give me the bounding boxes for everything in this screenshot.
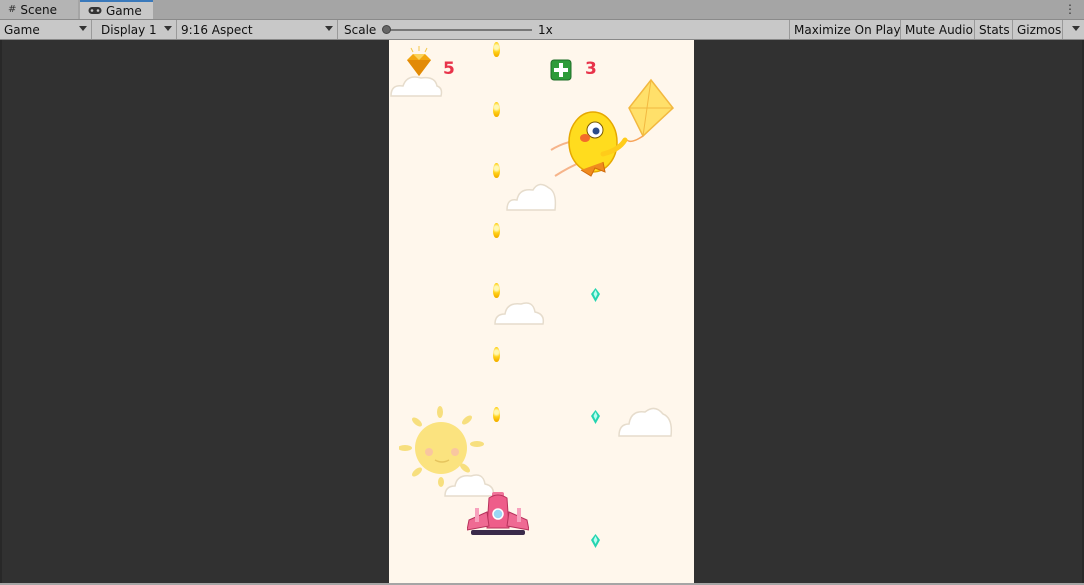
chevron-down-icon <box>325 26 333 31</box>
aspect-label: 9:16 Aspect <box>181 22 253 37</box>
gizmos-label: Gizmos <box>1017 22 1062 37</box>
tab-scene-label: Scene <box>20 2 57 17</box>
kebab-menu-icon[interactable]: ⋮ <box>1064 2 1076 16</box>
scale-slider-handle[interactable] <box>382 25 391 34</box>
scale-value: 1x <box>538 22 553 37</box>
editor-tab-bar: # Scene Game ⋮ <box>0 0 1084 20</box>
game-viewport[interactable]: 5 3 <box>389 40 694 583</box>
chick-kite-enemy <box>550 78 675 177</box>
tab-game[interactable]: Game <box>80 0 153 19</box>
player-bullet <box>493 407 500 422</box>
teal-drop-icon <box>591 288 600 302</box>
stats-toggle[interactable]: Stats <box>975 20 1013 39</box>
display-label: Display 1 <box>101 22 157 37</box>
maximize-on-play-toggle[interactable]: Maximize On Play <box>790 20 901 39</box>
scale-label: Scale <box>344 22 377 37</box>
player-bullet <box>493 283 500 298</box>
mute-audio-toggle[interactable]: Mute Audio <box>901 20 975 39</box>
player-bullet <box>493 347 500 362</box>
chevron-down-icon <box>1072 26 1080 31</box>
player-ship[interactable] <box>467 490 529 538</box>
gamepad-icon <box>88 7 102 14</box>
gizmos-toggle[interactable]: Gizmos <box>1013 20 1063 39</box>
player-bullet <box>493 42 500 57</box>
mute-label: Mute Audio <box>905 22 973 37</box>
maximize-label: Maximize On Play <box>794 22 901 37</box>
player-bullet <box>493 102 500 117</box>
display-mode-dropdown[interactable]: Game <box>0 20 92 39</box>
scale-slider-track[interactable] <box>386 29 532 31</box>
cloud-icon <box>506 183 557 211</box>
grid-icon: # <box>8 4 17 15</box>
tab-game-label: Game <box>106 3 142 18</box>
cloud-icon <box>494 302 545 325</box>
display-dropdown[interactable]: Display 1 <box>92 20 177 39</box>
health-count: 3 <box>585 59 597 79</box>
chevron-down-icon <box>164 26 172 31</box>
player-bullet <box>493 163 500 178</box>
stats-label: Stats <box>979 22 1010 37</box>
teal-drop-icon <box>591 410 600 424</box>
game-toolbar: Game Display 1 9:16 Aspect Scale 1x Maxi… <box>0 20 1084 40</box>
diamond-count: 5 <box>443 59 455 79</box>
teal-drop-icon <box>591 534 600 548</box>
tab-scene[interactable]: # Scene <box>0 0 78 19</box>
cloud-icon <box>618 407 673 437</box>
aspect-dropdown[interactable]: 9:16 Aspect <box>177 20 338 39</box>
player-bullet <box>493 223 500 238</box>
diamond-icon <box>407 46 431 76</box>
display-mode-label: Game <box>4 22 40 37</box>
gizmos-dropdown[interactable] <box>1063 20 1084 39</box>
chevron-down-icon <box>79 26 87 31</box>
